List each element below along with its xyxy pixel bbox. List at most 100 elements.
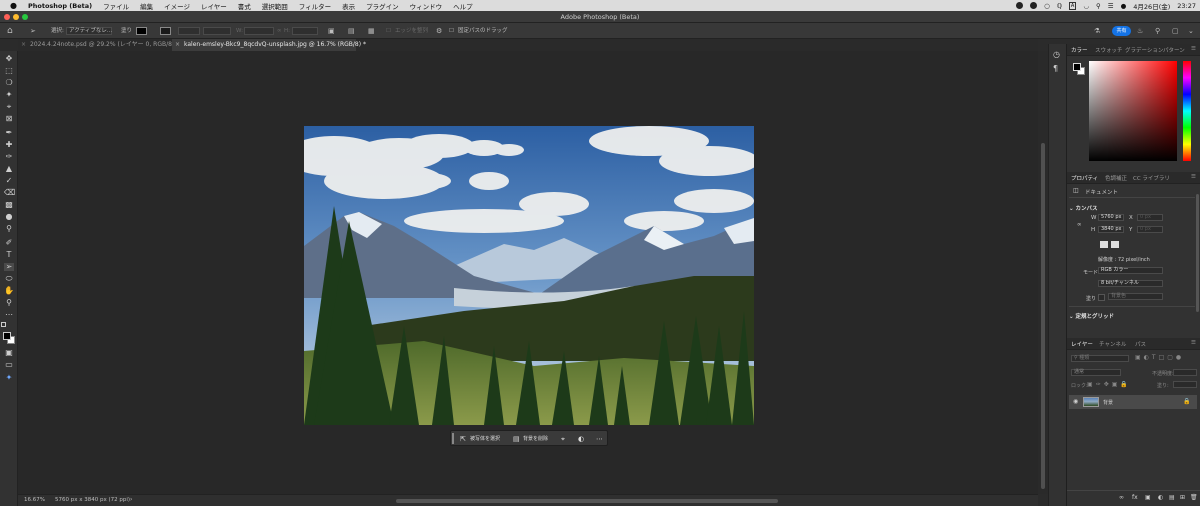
history-panel-icon[interactable]: ◷ [1053, 50, 1060, 59]
portrait-orientation-icon[interactable] [1100, 241, 1108, 248]
new-group-icon[interactable]: ▤ [1169, 494, 1175, 501]
menu-select[interactable]: 選択範囲 [262, 1, 288, 11]
height-input[interactable] [292, 27, 318, 35]
frame-tool-icon[interactable]: ⊠ [4, 115, 14, 123]
path-operations-icon[interactable]: ▣ [328, 27, 335, 35]
menu-file[interactable]: ファイル [103, 1, 129, 11]
foreground-color-swatch[interactable] [1073, 63, 1081, 71]
add-mask-icon[interactable]: ▣ [1145, 494, 1151, 501]
vertical-scrollbar[interactable] [1041, 143, 1045, 489]
notifications-bell-icon[interactable]: ♨ [1137, 27, 1143, 35]
zoom-tool-icon[interactable]: ⚲ [4, 299, 14, 307]
fill-swatch[interactable] [136, 27, 147, 35]
lasso-tool-icon[interactable]: ❍ [4, 79, 14, 87]
constrain-path-checkbox[interactable]: ☐ [449, 27, 454, 35]
crop-tool-icon[interactable]: ⌖ [4, 103, 14, 111]
link-layers-icon[interactable]: ∞ [1119, 494, 1124, 501]
panel-menu-icon[interactable]: ☰ [1191, 340, 1196, 346]
wifi-icon[interactable]: ◡ [1083, 2, 1089, 10]
tab-swatches[interactable]: スウォッチ [1095, 46, 1123, 54]
menu-view[interactable]: 表示 [342, 1, 355, 11]
canvas-y-input[interactable]: 0 px [1137, 226, 1163, 233]
canvas-image[interactable] [304, 126, 754, 425]
status-icon-2[interactable] [1030, 2, 1038, 9]
search-icon[interactable]: ⚲ [1155, 27, 1160, 35]
canvas-height-input[interactable]: 3840 px [1098, 226, 1124, 233]
app-menu[interactable]: Photoshop (Beta) [28, 2, 92, 10]
settings-gear-icon[interactable]: ⚙ [436, 27, 442, 35]
hue-slider[interactable] [1183, 61, 1191, 161]
marquee-tool-icon[interactable]: ⬚ [4, 67, 14, 75]
workspace-icon[interactable]: ▢ [1172, 27, 1179, 35]
control-center-icon[interactable]: ☰ [1108, 2, 1114, 10]
healing-brush-tool-icon[interactable]: ✚ [4, 141, 14, 149]
status-icon-1[interactable] [1016, 2, 1024, 9]
tab-paths[interactable]: パス [1135, 340, 1146, 348]
lock-icon[interactable]: 🔒 [1183, 398, 1190, 405]
more-tools-icon[interactable]: ⋯ [4, 311, 14, 319]
link-icon[interactable]: ∞ [277, 27, 282, 35]
hand-tool-icon[interactable]: ✋ [4, 287, 14, 295]
stroke-width-input[interactable] [178, 27, 200, 35]
apple-icon[interactable]: ● [10, 1, 17, 10]
new-layer-icon[interactable]: ⊞ [1180, 494, 1185, 501]
canvas-width-input[interactable]: 5760 px [1098, 214, 1124, 221]
path-arrangement-icon[interactable]: ▦ [368, 27, 375, 35]
stroke-swatch[interactable] [160, 27, 171, 35]
tab-adjustments[interactable]: 色調補正 [1105, 174, 1127, 182]
tab-channels[interactable]: チャンネル [1099, 340, 1126, 348]
fill-opacity-input[interactable] [1173, 381, 1197, 388]
fill-dropdown[interactable]: 背景色 [1108, 293, 1163, 300]
ai-tools-icon[interactable]: ✦ [4, 374, 14, 382]
history-brush-tool-icon[interactable]: ✓ [4, 177, 14, 185]
path-selection-tool-icon[interactable]: ➢ [4, 263, 14, 271]
menu-image[interactable]: イメージ [164, 1, 190, 11]
pen-tool-icon[interactable]: ✐ [4, 239, 14, 247]
chevron-down-icon[interactable]: ⌄ [1188, 27, 1194, 35]
beta-flask-icon[interactable]: ⚗ [1094, 27, 1100, 35]
blend-mode-dropdown[interactable]: 通常 [1071, 369, 1121, 376]
menu-plugins[interactable]: プラグイン [366, 1, 399, 11]
select-dropdown[interactable]: アクティブなレ... [66, 27, 112, 35]
foreground-color-swatch[interactable] [3, 332, 11, 340]
bluetooth-icon[interactable]: ℚ [1057, 2, 1062, 10]
bit-depth-dropdown[interactable]: 8 bit/チャンネル [1098, 280, 1163, 287]
object-selection-tool-icon[interactable]: ✦ [4, 91, 14, 99]
menu-help[interactable]: ヘルプ [453, 1, 473, 11]
share-button[interactable]: 共有 [1112, 26, 1131, 36]
more-options-icon[interactable]: ⋯ [596, 435, 603, 443]
siri-icon[interactable]: ● [1121, 2, 1127, 10]
canvas-x-input[interactable]: 0 px [1137, 214, 1163, 221]
landscape-orientation-icon[interactable] [1111, 241, 1119, 248]
layer-filter-dropdown[interactable]: ⚲ 種類 [1071, 355, 1129, 362]
brush-tool-icon[interactable]: ✑ [4, 153, 14, 161]
chevron-right-icon[interactable]: › [130, 496, 132, 503]
menu-edit[interactable]: 編集 [140, 1, 153, 11]
color-field[interactable] [1089, 61, 1177, 161]
move-tool-icon[interactable]: ✥ [4, 55, 14, 63]
menu-layer[interactable]: レイヤー [201, 1, 227, 11]
home-icon[interactable]: ⌂ [7, 27, 13, 36]
screen-mode-icon[interactable]: ▭ [4, 361, 14, 369]
clone-stamp-tool-icon[interactable]: ▲ [4, 165, 14, 173]
menu-filter[interactable]: フィルター [299, 1, 331, 11]
adjustment-icon[interactable]: ◐ [578, 435, 584, 443]
layer-style-icon[interactable]: fx [1132, 494, 1138, 501]
canvas-section-header[interactable]: ⌄ カンバス [1069, 204, 1199, 212]
width-input[interactable] [244, 27, 274, 35]
close-tab-icon[interactable]: × [21, 39, 26, 51]
close-tab-icon[interactable]: × [175, 39, 180, 51]
fill-color-swatch[interactable] [1098, 294, 1105, 301]
tab-color[interactable]: カラー [1071, 46, 1088, 54]
gradient-tool-icon[interactable]: ▩ [4, 201, 14, 209]
tab-gradients[interactable]: グラデーション [1125, 46, 1163, 54]
link-dimensions-icon[interactable]: ∞ [1077, 222, 1082, 228]
paragraph-panel-icon[interactable]: ¶ [1053, 64, 1058, 73]
panel-menu-icon[interactable]: ☰ [1191, 46, 1196, 52]
adjustment-layer-icon[interactable]: ◐ [1158, 494, 1163, 501]
shape-tool-icon[interactable]: ⬭ [4, 275, 14, 283]
remove-background-button[interactable]: 背景を削除 [523, 435, 548, 443]
tab-cc-libraries[interactable]: CC ライブラリ [1133, 174, 1170, 182]
headphones-icon[interactable]: ○ [1044, 2, 1050, 10]
eraser-tool-icon[interactable]: ⌫ [4, 189, 15, 197]
